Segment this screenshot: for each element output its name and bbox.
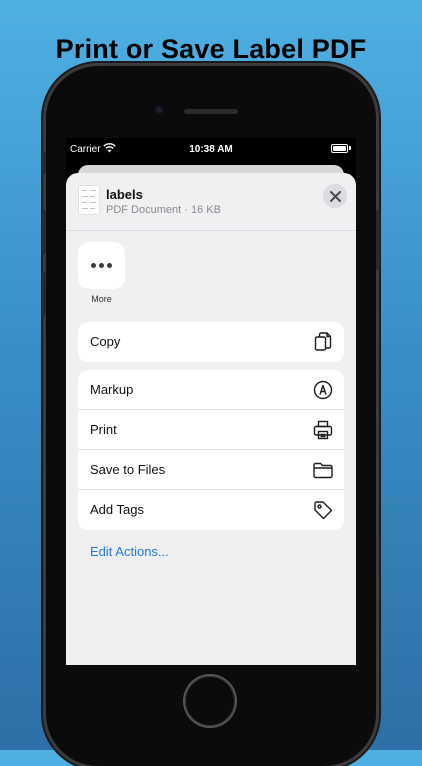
copy-action[interactable]: Copy — [78, 322, 344, 362]
earpiece-speaker — [184, 109, 238, 114]
add-tags-action[interactable]: Add Tags — [78, 490, 344, 530]
share-sheet: labels PDF Document · 16 KB More Copy Ma… — [66, 173, 356, 665]
power-button — [376, 210, 380, 270]
action-group-document: Markup Print Save to Files Add Tags — [78, 370, 344, 530]
markup-action[interactable]: Markup — [78, 370, 344, 410]
share-sheet-header: labels PDF Document · 16 KB — [66, 173, 356, 231]
volume-down-button — [42, 272, 46, 316]
printer-icon — [312, 419, 334, 441]
edit-actions-link[interactable]: Edit Actions... — [90, 544, 169, 559]
close-icon — [329, 190, 341, 202]
battery-cap — [349, 146, 351, 150]
close-button[interactable] — [323, 184, 347, 208]
volume-up-button — [42, 210, 46, 254]
status-time: 10:38 AM — [189, 144, 233, 155]
pdf-thumbnail — [78, 185, 100, 215]
save-to-files-action[interactable]: Save to Files — [78, 450, 344, 490]
home-button[interactable] — [185, 676, 235, 726]
ellipsis-icon — [91, 263, 96, 268]
action-group-copy: Copy — [78, 322, 344, 362]
document-meta: PDF Document · 16 KB — [106, 204, 221, 216]
markup-icon — [312, 379, 334, 401]
copy-action-label: Copy — [90, 334, 121, 349]
save-to-files-action-label: Save to Files — [90, 462, 166, 477]
promo-headline: Print or Save Label PDF — [55, 34, 367, 64]
front-camera — [154, 105, 164, 115]
markup-action-label: Markup — [90, 382, 134, 397]
document-title: labels — [106, 187, 143, 202]
tag-icon — [312, 499, 334, 521]
folder-icon — [312, 459, 334, 481]
mute-switch — [42, 152, 46, 174]
more-apps-label: More — [91, 294, 112, 304]
copy-icon — [312, 331, 334, 353]
add-tags-action-label: Add Tags — [90, 502, 144, 517]
battery-icon — [331, 144, 348, 153]
print-action[interactable]: Print — [78, 410, 344, 450]
more-apps-button[interactable] — [78, 242, 125, 289]
status-bar: Carrier 10:38 AM — [66, 138, 356, 160]
print-action-label: Print — [90, 422, 117, 437]
phone-screen: Carrier 10:38 AM labels PDF Document · 1… — [66, 138, 356, 665]
